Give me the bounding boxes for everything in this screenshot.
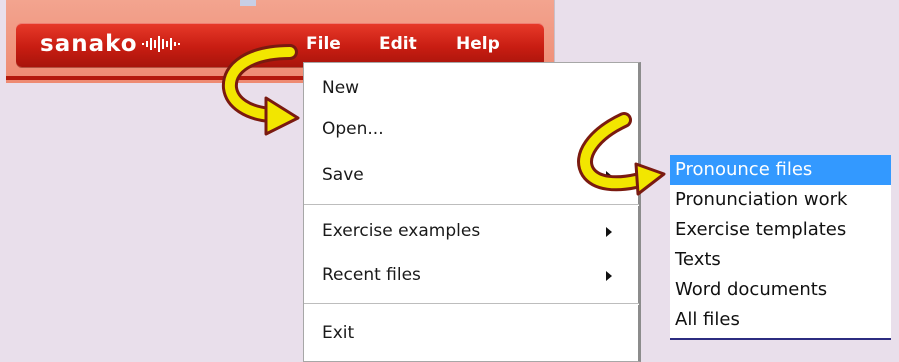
menu-item-label: Exercise examples [322, 221, 481, 241]
menu-toolbar: sanako File Edit Help [16, 23, 544, 67]
menu-edit[interactable]: Edit [379, 34, 417, 54]
logo-text: sanako [40, 31, 138, 57]
submenu-item-exercise-templates[interactable]: Exercise templates [670, 215, 891, 245]
submenu-item-pronounce-files[interactable]: Pronounce files [670, 155, 891, 185]
menu-item-label: Exit [322, 323, 355, 343]
menu-file[interactable]: File [306, 34, 341, 54]
window-tab-hint [240, 0, 256, 6]
menu-item-exercise-examples[interactable]: Exercise examples [322, 216, 622, 246]
menu-item-label: Save [322, 165, 364, 185]
menu-separator [304, 204, 639, 206]
sanako-logo: sanako [40, 31, 182, 57]
chevron-right-icon [606, 227, 612, 237]
submenu-item-texts[interactable]: Texts [670, 245, 891, 275]
menu-item-new[interactable]: New [322, 73, 622, 103]
menu-item-open[interactable]: Open... [322, 114, 622, 144]
menu-item-save[interactable]: Save [322, 160, 622, 190]
menu-separator [304, 303, 639, 305]
file-menu-dropdown: New Open... Save Exercise examples Recen… [303, 62, 641, 362]
submenu-item-all-files[interactable]: All files [670, 305, 891, 335]
menu-item-exit[interactable]: Exit [322, 318, 622, 348]
menu-help[interactable]: Help [456, 34, 500, 54]
chevron-right-icon [606, 271, 612, 281]
menu-item-recent-files[interactable]: Recent files [322, 260, 622, 290]
menu-item-label: Open... [322, 119, 384, 139]
menu-item-label: New [322, 78, 360, 98]
submenu-item-pronunciation-work[interactable]: Pronunciation work [670, 185, 891, 215]
menu-item-label: Recent files [322, 265, 421, 285]
submenu-item-word-documents[interactable]: Word documents [670, 275, 891, 305]
save-submenu: Pronounce files Pronunciation work Exerc… [670, 155, 891, 340]
chevron-right-icon [606, 171, 612, 181]
audio-wave-icon [141, 36, 180, 52]
